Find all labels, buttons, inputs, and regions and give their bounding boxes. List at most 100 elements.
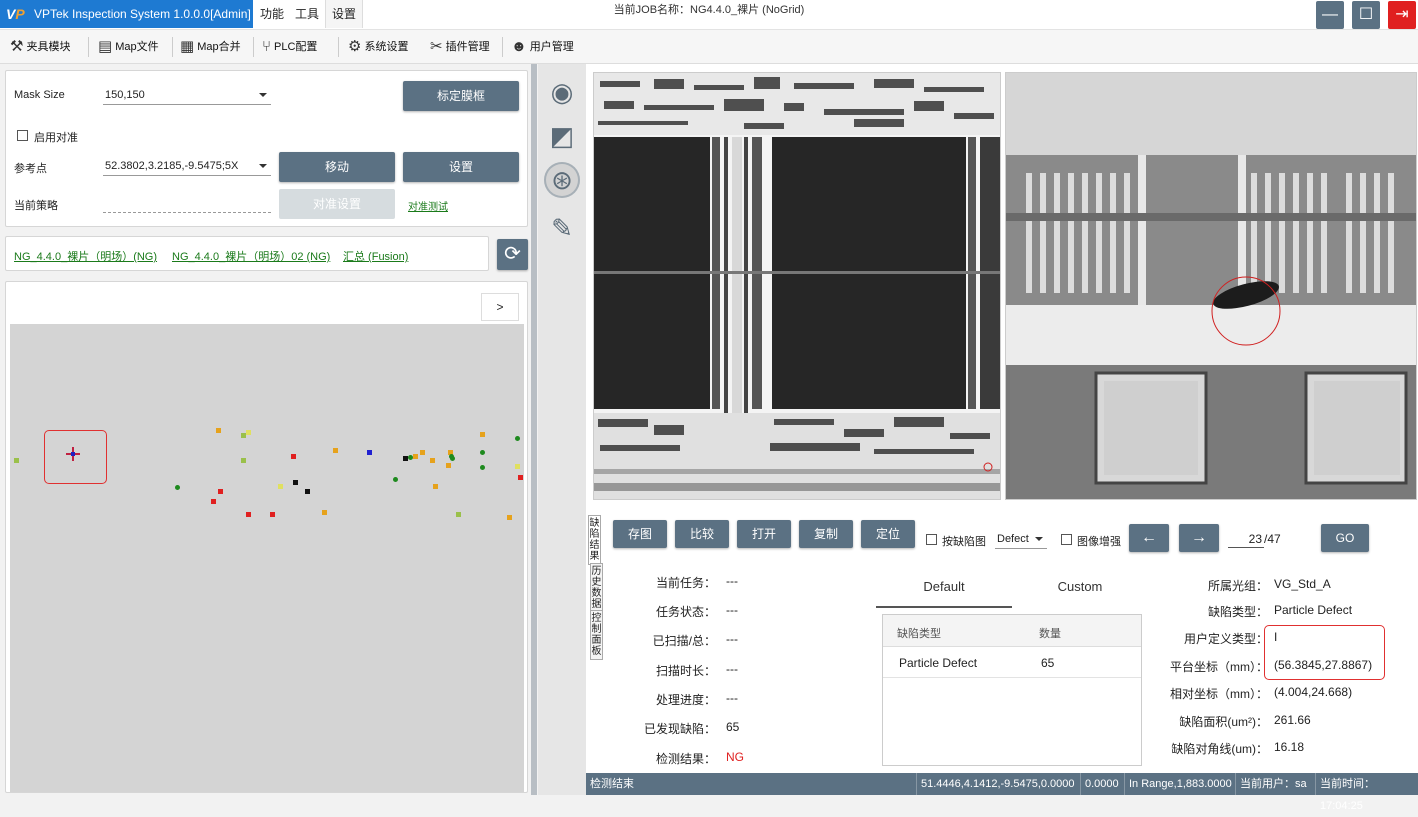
go-button[interactable]: GO <box>1321 524 1369 552</box>
job-link-fusion[interactable]: 汇总 (Fusion) <box>343 248 408 264</box>
prev-defect-button[interactable]: ← <box>1129 524 1169 552</box>
save-image-button[interactable]: 存图 <box>613 520 667 548</box>
wafer-die-marker[interactable] <box>278 484 283 489</box>
tool-icon-column: ◉ ◩ ⊛ ✎ <box>538 64 586 795</box>
wrench-icon: ⚒ <box>10 38 24 55</box>
menu-settings[interactable]: 设置 <box>325 0 364 28</box>
minimize-button[interactable]: — <box>1316 1 1344 29</box>
relative-coord-label: 相对坐标（mm）： <box>1170 687 1268 701</box>
wafer-die-marker[interactable] <box>480 450 485 455</box>
wafer-grid-icon[interactable]: ⊛ <box>544 162 580 198</box>
system-settings-button[interactable]: ⚙ 系统设置 <box>348 36 408 58</box>
wafer-die-marker[interactable] <box>241 458 246 463</box>
expand-map-button[interactable]: > <box>481 293 519 321</box>
wafer-die-marker[interactable] <box>211 499 216 504</box>
wafer-die-marker[interactable] <box>218 489 223 494</box>
plc-config-button[interactable]: ⑂ PLC配置 <box>262 36 317 58</box>
task-value: --- <box>726 574 738 588</box>
wafer-die-marker[interactable] <box>430 458 435 463</box>
status-coords: 51.4446,4.1412,-9.5475,0.0000 <box>916 773 1079 795</box>
wafer-die-marker[interactable] <box>413 454 418 459</box>
wafer-die-marker[interactable] <box>515 464 520 469</box>
wafer-die-marker[interactable] <box>291 454 296 459</box>
wafer-die-marker[interactable] <box>216 428 221 433</box>
user-manage-button[interactable]: ☻ 用户管理 <box>511 36 574 58</box>
locate-button[interactable]: 定位 <box>861 520 915 548</box>
scanned-label: 已扫描/总： <box>652 634 716 648</box>
toolbar-divider <box>172 37 173 57</box>
open-button[interactable]: 打开 <box>737 520 791 548</box>
compare-button[interactable]: 比较 <box>675 520 729 548</box>
maximize-button[interactable]: ☐ <box>1352 1 1380 29</box>
wafer-die-marker[interactable] <box>450 456 455 461</box>
ref-point-select[interactable]: 52.3802,3.2185,-9.5475;5X <box>103 156 271 176</box>
wafer-die-marker[interactable] <box>175 485 180 490</box>
calibrate-frame-button[interactable]: 标定膜框 <box>403 81 519 111</box>
toolbar-divider <box>502 37 503 57</box>
job-link-brightfield-02[interactable]: NG_4.4.0_裸片（明场）02 (NG) <box>172 248 330 264</box>
defect-zoom-image[interactable] <box>1005 72 1417 500</box>
wafer-die-marker[interactable] <box>507 515 512 520</box>
strategy-label: 当前策略 <box>14 200 58 212</box>
toolbar-divider <box>253 37 254 57</box>
align-settings-button[interactable]: 对准设置 <box>279 189 395 219</box>
copy-button[interactable]: 复制 <box>799 520 853 548</box>
wafer-die-marker[interactable] <box>14 458 19 463</box>
wafer-die-marker[interactable] <box>480 465 485 470</box>
wafer-die-marker[interactable] <box>515 436 520 441</box>
map-file-button[interactable]: ▤ Map文件 <box>98 36 159 58</box>
defect-total: /47 <box>1264 532 1281 546</box>
defect-type-select[interactable]: Defect <box>995 529 1047 549</box>
defects-found-value: 65 <box>726 720 740 734</box>
mask-size-label: Mask Size <box>14 89 65 101</box>
wafer-die-marker[interactable] <box>246 512 251 517</box>
move-button[interactable]: 移动 <box>279 152 395 182</box>
table-cell-type: Particle Defect <box>899 656 978 670</box>
wafer-die-marker[interactable] <box>480 432 485 437</box>
enhance-image-checkbox[interactable] <box>1061 534 1072 545</box>
menu-function[interactable]: 功能 <box>254 0 290 28</box>
menu-tools[interactable]: 工具 <box>289 0 325 28</box>
wafer-map-canvas[interactable] <box>10 324 524 792</box>
wafer-die-marker[interactable] <box>367 450 372 455</box>
wafer-die-marker[interactable] <box>333 448 338 453</box>
wafer-die-marker[interactable] <box>433 484 438 489</box>
wafer-die-marker[interactable] <box>446 463 451 468</box>
ruler-icon[interactable]: ✎ <box>544 210 580 246</box>
die-overview-image[interactable] <box>593 72 1001 500</box>
exit-button[interactable]: ⇥ <box>1388 1 1416 29</box>
wafer-map-panel: > <box>5 281 528 793</box>
chart-icon[interactable]: ◩ <box>544 118 580 154</box>
job-link-brightfield[interactable]: NG_4.4.0_裸片（明场）(NG) <box>14 248 157 264</box>
align-test-link[interactable]: 对准测试 <box>408 198 448 213</box>
settings-button[interactable]: 设置 <box>403 152 519 182</box>
wafer-die-marker[interactable] <box>246 430 251 435</box>
enable-align-checkbox[interactable] <box>17 130 28 141</box>
wafer-die-marker[interactable] <box>322 510 327 515</box>
wafer-die-marker[interactable] <box>393 477 398 482</box>
defect-zoom-drawing <box>1006 73 1416 499</box>
refresh-icon[interactable]: ⟳ <box>497 239 528 270</box>
fixture-module-button[interactable]: ⚒ 夹具模块 <box>10 36 70 58</box>
tab-defect-result[interactable]: 缺陷结果 <box>588 515 601 565</box>
wafer-die-marker[interactable] <box>293 480 298 485</box>
map-merge-button[interactable]: ▦ Map合并 <box>180 36 241 58</box>
strategy-field[interactable] <box>103 193 271 213</box>
plugin-manage-button[interactable]: ✂ 插件管理 <box>430 36 490 58</box>
wafer-die-marker[interactable] <box>518 475 523 480</box>
tab-custom[interactable]: Custom <box>1012 578 1148 608</box>
mask-size-select[interactable]: 150,150 <box>103 85 271 105</box>
map-merge-icon: ▦ <box>180 38 195 55</box>
defect-index-input[interactable]: 23 <box>1228 530 1264 548</box>
next-defect-button[interactable]: → <box>1179 524 1219 552</box>
camera-icon[interactable]: ◉ <box>544 74 580 110</box>
by-defect-checkbox[interactable] <box>926 534 937 545</box>
alignment-config-panel: Mask Size 150,150 标定膜框 启用对准 参考点 52.3802,… <box>5 70 528 227</box>
wafer-die-marker[interactable] <box>420 450 425 455</box>
panel-splitter[interactable] <box>531 64 537 795</box>
wafer-die-marker[interactable] <box>456 512 461 517</box>
tab-default[interactable]: Default <box>876 578 1012 608</box>
defects-found-label: 已发现缺陷： <box>643 722 716 736</box>
wafer-die-marker[interactable] <box>305 489 310 494</box>
wafer-die-marker[interactable] <box>270 512 275 517</box>
